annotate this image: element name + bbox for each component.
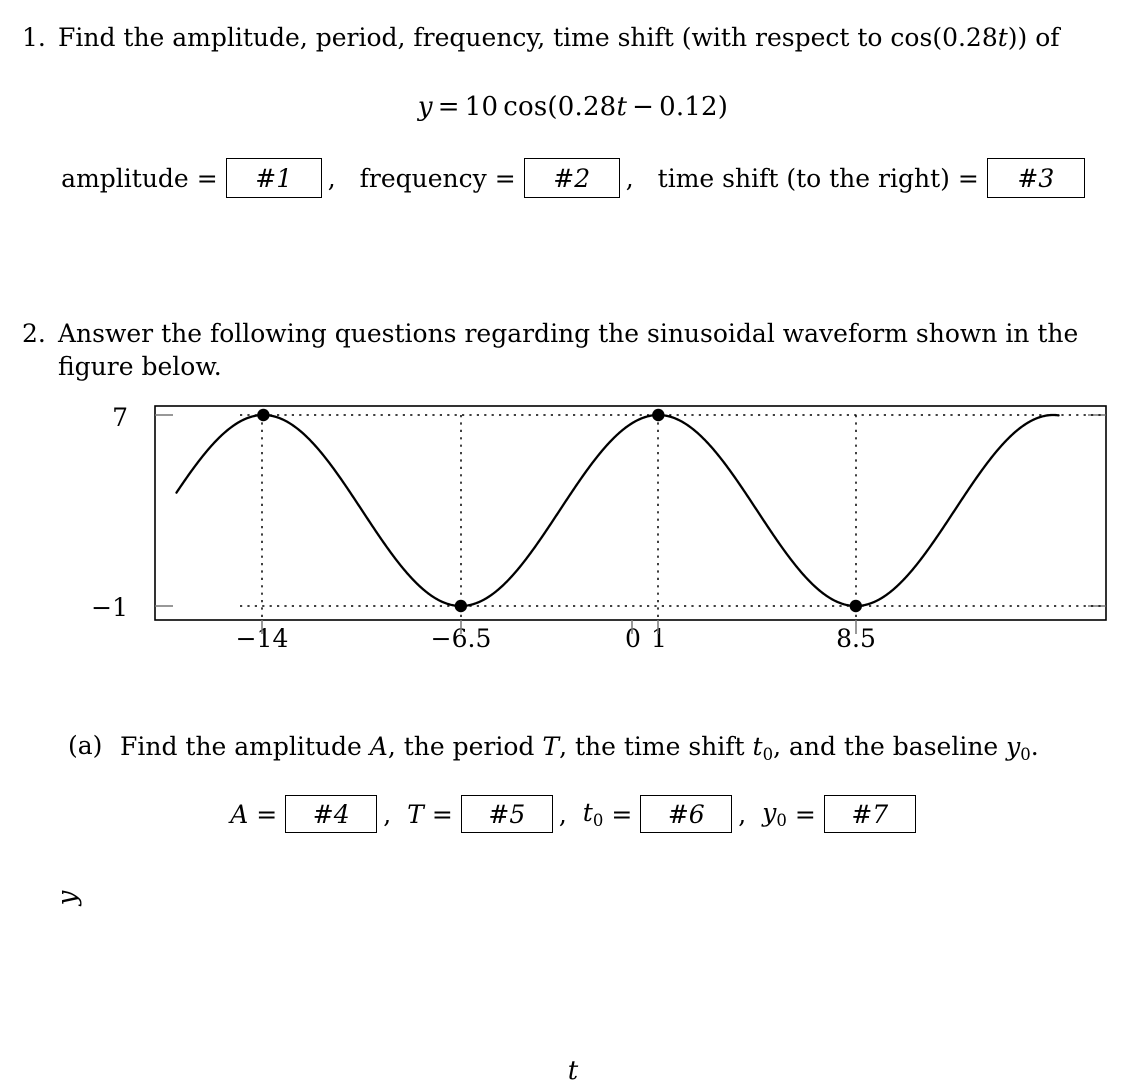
answer-box-6[interactable]: #6 [640,795,733,833]
answer-var-t: t [582,798,593,828]
answer-separator-4: , [383,799,392,829]
part-a-text-2: , the period [387,732,543,761]
part-a-text-1: Find the amplitude [120,732,370,761]
equation-open-paren: ( [547,92,558,122]
answer-box-1[interactable]: #1 [225,158,322,198]
answer-label-frequency: frequency [359,163,487,193]
problem-2-part-a: (a) Find the amplitude A, the period T, … [68,731,1128,765]
part-a-var-T: T [542,732,560,761]
answer-box-5[interactable]: #5 [460,795,553,833]
answer-var-T: T [407,799,424,829]
answer-field-y0: y0 = #7 [762,795,916,833]
problem-1-statement: Find the amplitude, period, frequency, t… [58,22,1128,55]
equation-close-paren: ) [717,92,729,122]
answer-field-T: T = #5 , [407,795,569,833]
answer-equals-frequency: = [494,163,516,193]
problem-1-text-after: )) of [1007,23,1060,52]
part-a-text-4: , and the baseline [773,732,1007,761]
part-a-var-y-subscript: 0 [1020,744,1031,764]
equation-function: cos [503,92,548,122]
answer-label-time-shift: time shift (to the right) [657,163,950,193]
plot-frame [154,405,1107,621]
part-a-label: (a) [68,731,103,760]
equation-equals: = [437,92,460,122]
problem-2-line-1: Answer the following questions regarding… [58,319,1079,348]
answer-separator-5: , [558,799,567,829]
answer-equals-amplitude: = [196,163,218,193]
answer-separator-1: , [327,163,336,193]
problem-1-equation: y = 10 cos(0.28t −0.12) [0,92,1146,122]
part-a-var-A: A [369,732,388,761]
equation-inner-var: t [616,92,628,122]
part-a-answer-row: A = #4 , T = #5 , t0 = #6 , y0 = #7 [0,795,1146,833]
answer-field-t0: t0 = #6 , [583,795,748,833]
part-a-statement: Find the amplitude A, the period T, the … [120,731,1039,765]
marker-trough--6.5 [454,599,468,613]
answer-equals-time-shift: = [957,163,979,193]
answer-equals-T: = [431,799,453,829]
answer-box-3[interactable]: #3 [986,158,1085,198]
equation-lhs: y [417,92,433,122]
part-a-var-y: y [1006,732,1021,761]
answer-separator-6: , [738,799,747,829]
answer-equals-t0: = [611,799,633,829]
problem-2-line-2: figure below. [58,351,222,381]
sinusoid-figure: y t 7 −1 −14 −6.5 0 1 8.5 [0,396,1146,1086]
answer-box-4[interactable]: #4 [285,795,378,833]
part-a-var-t-subscript: 0 [762,744,774,764]
problem-2: 2. Answer the following questions regard… [22,318,1132,383]
part-a-var-t: t [752,732,763,761]
sinusoid-curve [175,413,1060,608]
problem-1: 1. Find the amplitude, period, frequency… [22,22,1128,55]
answer-var-y-subscript: 0 [776,810,787,830]
answer-equals-A: = [256,799,278,829]
part-a-text-5: . [1030,732,1039,761]
problem-1-text-before: Find the amplitude, period, frequency, t… [58,23,998,52]
problem-1-answer-row: amplitude = #1 , frequency = #2 , time s… [0,158,1146,198]
answer-equals-y0: = [794,799,816,829]
answer-separator-2: , [625,163,634,193]
equation-inner-const: 0.12 [659,92,718,122]
answer-box-7[interactable]: #7 [823,795,916,833]
equation-inner-coefficient: 0.28 [557,92,617,122]
problem-1-var-t: t [997,23,1008,52]
y-axis-label: y [52,890,83,906]
problem-1-number: 1. [22,23,46,52]
problem-2-number: 2. [22,319,46,348]
answer-field-frequency: frequency = #2 , [360,158,636,198]
answer-var-t-subscript: 0 [592,810,604,830]
x-axis-label: t [567,1056,579,1086]
answer-field-time-shift: time shift (to the right) = #3 [658,158,1085,198]
answer-var-y: y [762,798,777,828]
part-a-text-3: , the time shift [559,732,753,761]
marker-peak--14 [257,408,270,422]
marker-peak-1 [652,408,665,422]
answer-box-2[interactable]: #2 [523,158,620,198]
problem-2-statement: Answer the following questions regarding… [58,318,1130,383]
equation-coefficient: 10 [464,92,499,122]
plot-canvas [154,405,1107,634]
answer-field-amplitude: amplitude = #1 , [61,158,337,198]
answer-field-A: A = #4 , [230,795,393,833]
marker-trough-8.5 [849,599,862,613]
worksheet-page: 1. Find the amplitude, period, frequency… [0,0,1146,1086]
answer-var-A: A [230,799,249,829]
equation-minus: − [632,92,655,122]
answer-label-amplitude: amplitude [61,163,189,193]
